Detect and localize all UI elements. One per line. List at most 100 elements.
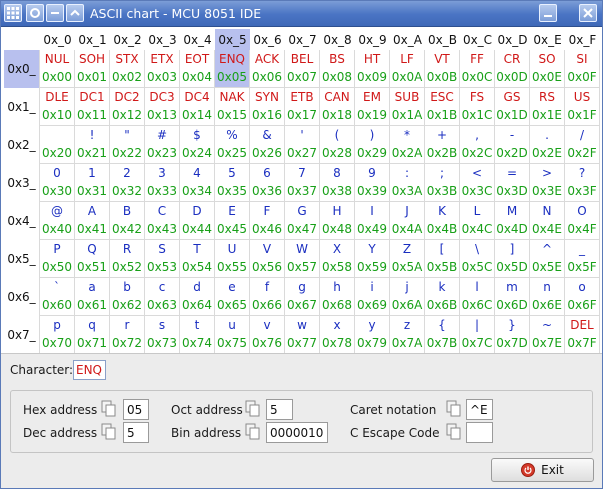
ascii-cell[interactable]: i 0x69 (355, 278, 390, 316)
ascii-cell[interactable]: * 0x2A (390, 126, 425, 164)
dec-address-field[interactable] (123, 422, 149, 443)
ascii-cell[interactable]: DC4 0x14 (180, 88, 215, 126)
ascii-cell[interactable]: ETX 0x03 (145, 50, 180, 88)
copy-icon[interactable] (245, 400, 261, 418)
ascii-cell[interactable]: Q 0x51 (75, 240, 110, 278)
ascii-cell[interactable]: a 0x61 (75, 278, 110, 316)
ascii-cell[interactable]: L 0x4C (460, 202, 495, 240)
ascii-cell[interactable]: D 0x44 (180, 202, 215, 240)
ascii-cell[interactable]: x 0x78 (320, 316, 355, 354)
ascii-cell[interactable]: e 0x65 (215, 278, 250, 316)
ascii-cell[interactable]: 4 0x34 (180, 164, 215, 202)
ascii-cell[interactable]: #0x23 (145, 126, 180, 164)
window-minimize-icon[interactable] (539, 4, 557, 22)
character-field[interactable] (73, 360, 106, 380)
ascii-cell[interactable]: b 0x62 (110, 278, 145, 316)
caret-notation-field[interactable] (466, 399, 493, 420)
ascii-cell[interactable]: y 0x79 (355, 316, 390, 354)
ascii-cell[interactable]: FS 0x1C (460, 88, 495, 126)
ascii-cell[interactable]: v 0x76 (250, 316, 285, 354)
ascii-cell[interactable]: 8 0x38 (320, 164, 355, 202)
close-icon[interactable] (579, 4, 597, 22)
ascii-cell[interactable]: X 0x58 (320, 240, 355, 278)
ascii-cell[interactable]: n 0x6E (530, 278, 565, 316)
ascii-cell[interactable]: 0 0x30 (40, 164, 75, 202)
ascii-cell[interactable]: STX 0x02 (110, 50, 145, 88)
copy-icon[interactable] (101, 400, 117, 418)
ascii-cell[interactable]: Z 0x5A (390, 240, 425, 278)
ascii-cell[interactable]: GS 0x1D (495, 88, 530, 126)
ascii-cell[interactable]: HT 0x09 (355, 50, 390, 88)
ascii-cell[interactable]: SI 0x0F (565, 50, 600, 88)
ascii-cell[interactable]: SUB 0x1A (390, 88, 425, 126)
ascii-cell[interactable]: ? 0x3F (565, 164, 600, 202)
ascii-cell[interactable]: " 0x22 (110, 126, 145, 164)
ascii-cell[interactable]: q 0x71 (75, 316, 110, 354)
ascii-cell[interactable]: k 0x6B (425, 278, 460, 316)
ascii-cell[interactable]: ; 0x3B (425, 164, 460, 202)
ascii-cell[interactable]: = 0x3D (495, 164, 530, 202)
ascii-cell[interactable]: \ 0x5C (460, 240, 495, 278)
ascii-cell[interactable]: H 0x48 (320, 202, 355, 240)
ascii-cell[interactable]: j 0x6A (390, 278, 425, 316)
ascii-cell[interactable]: ETB 0x17 (285, 88, 320, 126)
ascii-cell[interactable]: z 0x7A (390, 316, 425, 354)
hex-address-field[interactable] (123, 399, 149, 420)
ascii-cell[interactable]: E 0x45 (215, 202, 250, 240)
ascii-cell[interactable]: p 0x70 (40, 316, 75, 354)
copy-icon[interactable] (446, 400, 462, 418)
ascii-cell[interactable]: DC1 0x11 (75, 88, 110, 126)
ascii-cell[interactable]: . 0x2E (530, 126, 565, 164)
ascii-cell[interactable]: US 0x1F (565, 88, 600, 126)
ascii-cell[interactable]: 6 0x36 (250, 164, 285, 202)
ascii-cell[interactable]: S 0x53 (145, 240, 180, 278)
ascii-cell[interactable]: t 0x74 (180, 316, 215, 354)
ascii-cell[interactable]: EOT 0x04 (180, 50, 215, 88)
ascii-cell[interactable]: 2 0x32 (110, 164, 145, 202)
pin-icon[interactable] (26, 4, 44, 22)
ascii-cell[interactable]: 9 0x39 (355, 164, 390, 202)
ascii-cell[interactable]: SYN 0x16 (250, 88, 285, 126)
ascii-cell[interactable]: RS 0x1E (530, 88, 565, 126)
ascii-cell[interactable]: r 0x72 (110, 316, 145, 354)
ascii-cell[interactable]: 3 0x33 (145, 164, 180, 202)
ascii-cell[interactable]: g 0x67 (285, 278, 320, 316)
ascii-cell[interactable]: BS 0x08 (320, 50, 355, 88)
ascii-cell[interactable]: c 0x63 (145, 278, 180, 316)
ascii-cell[interactable]: ^ 0x5E (530, 240, 565, 278)
ascii-cell[interactable]: ENQ 0x05 (215, 50, 250, 88)
ascii-cell[interactable]: T 0x54 (180, 240, 215, 278)
ascii-cell[interactable]: s 0x73 (145, 316, 180, 354)
ascii-cell[interactable]: 7 0x37 (285, 164, 320, 202)
ascii-cell[interactable]: EM 0x19 (355, 88, 390, 126)
ascii-cell[interactable]: F 0x46 (250, 202, 285, 240)
ascii-cell[interactable]: ] 0x5D (495, 240, 530, 278)
ascii-cell[interactable]: _ 0x5F (565, 240, 600, 278)
ascii-cell[interactable]: DC3 0x13 (145, 88, 180, 126)
ascii-cell[interactable]: m 0x6D (495, 278, 530, 316)
copy-icon[interactable] (101, 423, 117, 441)
ascii-cell[interactable]: W 0x57 (285, 240, 320, 278)
ascii-cell[interactable]: (0x28 (320, 126, 355, 164)
ascii-cell[interactable]: Y 0x59 (355, 240, 390, 278)
exit-button[interactable]: Exit (491, 458, 594, 482)
ascii-cell[interactable]: d 0x64 (180, 278, 215, 316)
ascii-cell[interactable]: CAN 0x18 (320, 88, 355, 126)
ascii-cell[interactable]: >0x3E (530, 164, 565, 202)
ascii-cell[interactable]: - 0x2D (495, 126, 530, 164)
ascii-cell[interactable]: U 0x55 (215, 240, 250, 278)
ascii-cell[interactable]: VT 0x0B (425, 50, 460, 88)
ascii-cell[interactable]: FF 0x0C (460, 50, 495, 88)
ascii-cell[interactable]: SO 0x0E (530, 50, 565, 88)
ascii-cell[interactable]: @0x40 (40, 202, 75, 240)
ascii-cell[interactable]: ! 0x21 (75, 126, 110, 164)
ascii-cell[interactable]: NAK 0x15 (215, 88, 250, 126)
ascii-cell[interactable]: O 0x4F (565, 202, 600, 240)
copy-icon[interactable] (446, 423, 462, 441)
ascii-cell[interactable]: CR 0x0D (495, 50, 530, 88)
ascii-cell[interactable]: w 0x77 (285, 316, 320, 354)
ascii-cell[interactable]: ) 0x29 (355, 126, 390, 164)
ascii-cell[interactable]: ~0x7E (530, 316, 565, 354)
oct-address-field[interactable] (266, 399, 293, 420)
ascii-cell[interactable]: f 0x66 (250, 278, 285, 316)
